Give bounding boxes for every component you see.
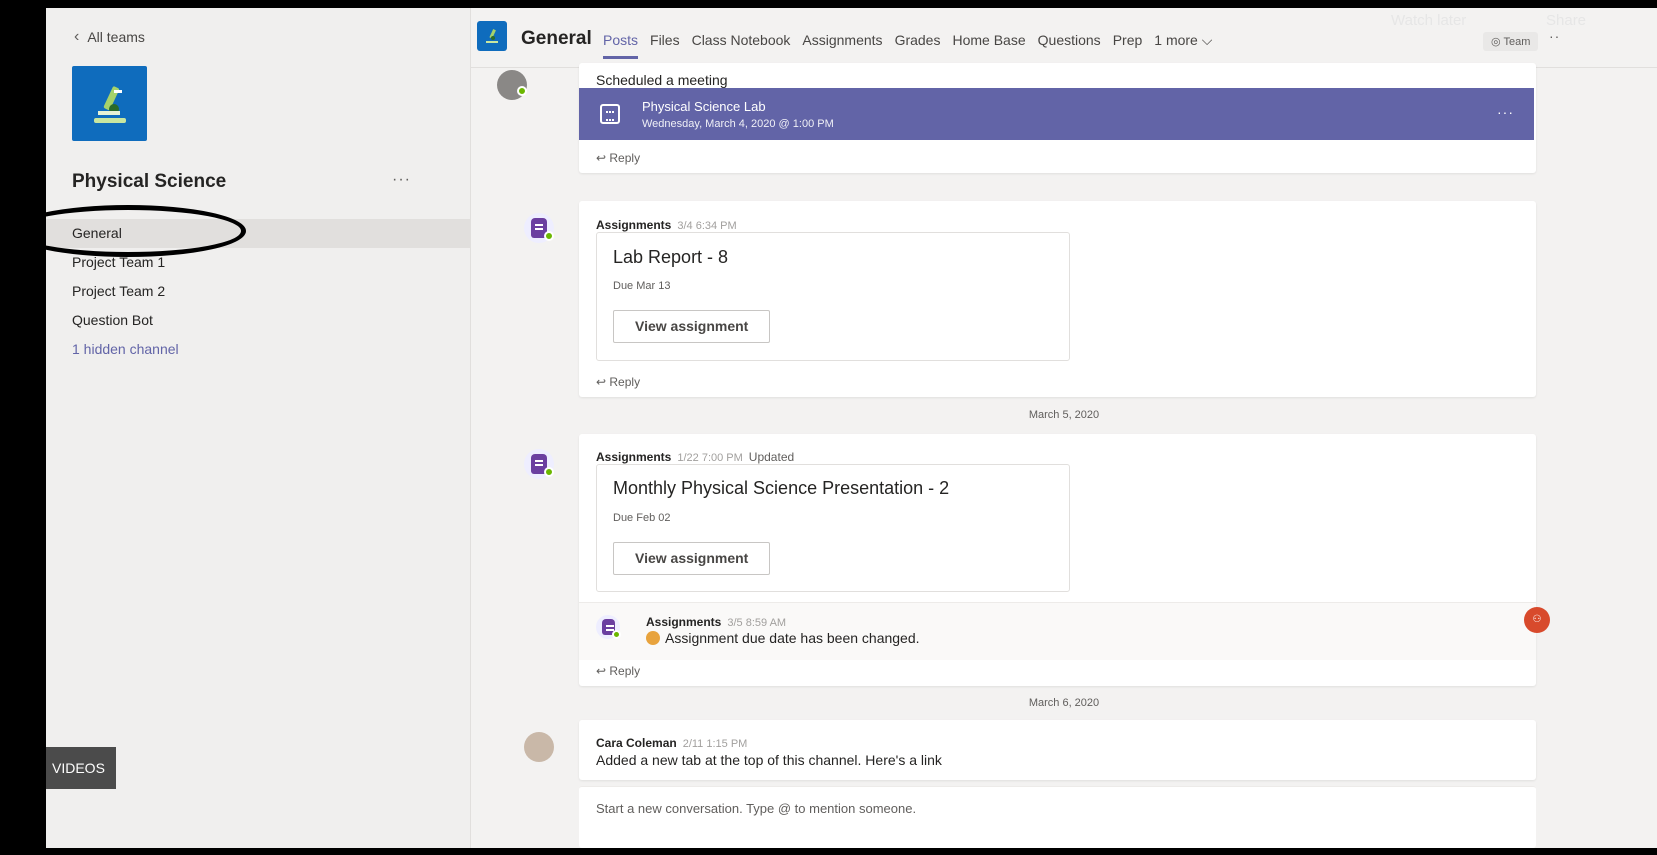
reply-button[interactable]: ↩ Reply bbox=[596, 151, 640, 165]
reply-message: Assignment due date has been changed. bbox=[646, 630, 920, 646]
reply-author: Assignments bbox=[646, 615, 722, 629]
calendar-icon bbox=[600, 104, 620, 124]
presence-icon bbox=[544, 231, 554, 241]
microscope-small-icon bbox=[486, 29, 498, 43]
tab-files[interactable]: Files bbox=[650, 32, 680, 49]
assignment-title: Lab Report - 8 bbox=[613, 247, 729, 267]
reply-button[interactable]: ↩ Reply bbox=[596, 664, 640, 678]
channel-project-team-1[interactable]: Project Team 1 bbox=[46, 248, 470, 277]
post-author: Cara Coleman bbox=[596, 736, 677, 750]
channel-question-bot[interactable]: Question Bot bbox=[46, 306, 470, 335]
app-window: ‹ All teams Physical Science ··· General… bbox=[46, 8, 1657, 848]
conversation-feed: Scheduled a meeting Physical Science Lab… bbox=[471, 63, 1657, 848]
tab-more[interactable]: 1 more ⌵ bbox=[1154, 32, 1212, 49]
assignment-card: Lab Report - 8 Due Mar 13 View assignmen… bbox=[596, 232, 1070, 361]
view-assignment-button[interactable]: View assignment bbox=[613, 310, 771, 343]
assignment-post: Assignments 1/22 7:00 PM Updated Monthly P… bbox=[579, 434, 1536, 686]
post-meta: Cara Coleman 2/11 1:15 PM bbox=[596, 734, 747, 752]
assignment-title: Monthly Physical Science Presentation - … bbox=[613, 478, 950, 498]
presence-icon bbox=[612, 630, 621, 639]
assignment-card: Monthly Physical Science Presentation - … bbox=[596, 464, 1070, 592]
tab-grades[interactable]: Grades bbox=[895, 32, 941, 49]
tab-questions[interactable]: Questions bbox=[1038, 32, 1101, 49]
date-divider: March 5, 2020 bbox=[1028, 409, 1100, 421]
team-more-options-icon[interactable]: ··· bbox=[392, 171, 411, 189]
meeting-post: Scheduled a meeting Physical Science Lab… bbox=[579, 63, 1536, 173]
header-more-icon[interactable]: ·· bbox=[1549, 28, 1560, 44]
reply-meta: Assignments 3/5 8:59 AM bbox=[646, 613, 786, 631]
meeting-label: Scheduled a meeting bbox=[596, 72, 728, 88]
team-avatar bbox=[72, 66, 147, 141]
all-teams-link[interactable]: ‹ All teams bbox=[74, 28, 145, 46]
reply-time: 3/5 8:59 AM bbox=[727, 617, 787, 629]
meeting-date: Wednesday, March 4, 2020 @ 1:00 PM bbox=[642, 118, 834, 130]
message-post: Cara Coleman 2/11 1:15 PM Added a new tab… bbox=[579, 720, 1536, 780]
post-author: Assignments bbox=[596, 218, 672, 232]
new-conversation-input[interactable]: Start a new conversation. Type @ to ment… bbox=[579, 786, 1536, 848]
tab-home-base[interactable]: Home Base bbox=[952, 32, 1025, 49]
channel-list: General Project Team 1 Project Team 2 Qu… bbox=[46, 219, 470, 364]
post-time: 2/11 1:15 PM bbox=[682, 738, 748, 750]
microscope-icon bbox=[93, 86, 126, 123]
date-divider: March 6, 2020 bbox=[1028, 697, 1100, 709]
assignment-due: Due Mar 13 bbox=[613, 280, 671, 292]
watch-later-overlay[interactable]: Watch later bbox=[1391, 12, 1466, 29]
channel-list-pane: ‹ All teams Physical Science ··· General… bbox=[46, 8, 471, 848]
chevron-left-icon: ‹ bbox=[74, 28, 80, 45]
updated-label: Updated bbox=[748, 450, 795, 464]
meeting-card[interactable]: Physical Science Lab Wednesday, March 4,… bbox=[579, 88, 1534, 140]
thread-reply: Assignments 3/5 8:59 AM Assignment due da… bbox=[579, 602, 1536, 660]
tab-posts[interactable]: Posts bbox=[603, 32, 639, 59]
post-author: Assignments bbox=[596, 450, 672, 464]
channel-tabs: Posts Files Class Notebook Assignments G… bbox=[603, 32, 1212, 59]
reply-button[interactable]: ↩ Reply bbox=[596, 375, 640, 389]
hidden-channels-link[interactable]: 1 hidden channel bbox=[46, 335, 470, 364]
tab-assignments[interactable]: Assignments bbox=[802, 32, 882, 49]
videos-button[interactable]: VIDEOS bbox=[46, 747, 116, 789]
channel-header: General Posts Files Class Notebook Assig… bbox=[471, 8, 1657, 68]
team-icon bbox=[477, 21, 507, 51]
post-time: 1/22 7:00 PM bbox=[677, 452, 743, 464]
post-text: Added a new tab at the top of this chann… bbox=[596, 752, 942, 768]
reply-text: Assignment due date has been changed. bbox=[665, 630, 920, 646]
people-icon[interactable]: ⚇ bbox=[1524, 607, 1550, 633]
presence-icon bbox=[517, 86, 527, 96]
channel-title: General bbox=[521, 28, 592, 49]
user-avatar bbox=[524, 732, 554, 762]
view-assignment-button[interactable]: View assignment bbox=[613, 542, 771, 575]
assignment-post: Assignments 3/4 6:34 PM Lab Report - 8 Du… bbox=[579, 201, 1536, 397]
compose-placeholder: Start a new conversation. Type @ to ment… bbox=[596, 801, 917, 816]
channel-project-team-2[interactable]: Project Team 2 bbox=[46, 277, 470, 306]
tab-prep[interactable]: Prep bbox=[1113, 32, 1143, 49]
post-time: 3/4 6:34 PM bbox=[677, 220, 737, 232]
channel-general[interactable]: General bbox=[46, 219, 470, 248]
presence-icon bbox=[544, 467, 554, 477]
share-overlay[interactable]: Share bbox=[1546, 12, 1586, 29]
tab-class-notebook[interactable]: Class Notebook bbox=[692, 32, 791, 49]
assignment-due: Due Feb 02 bbox=[613, 512, 671, 524]
team-visibility-badge[interactable]: ◎ Team bbox=[1483, 32, 1539, 51]
all-teams-label: All teams bbox=[87, 29, 145, 45]
bell-emoji-icon bbox=[646, 631, 660, 645]
team-name: Physical Science bbox=[72, 171, 227, 192]
meeting-more-icon[interactable]: ··· bbox=[1497, 104, 1514, 120]
meeting-title: Physical Science Lab bbox=[642, 99, 766, 114]
